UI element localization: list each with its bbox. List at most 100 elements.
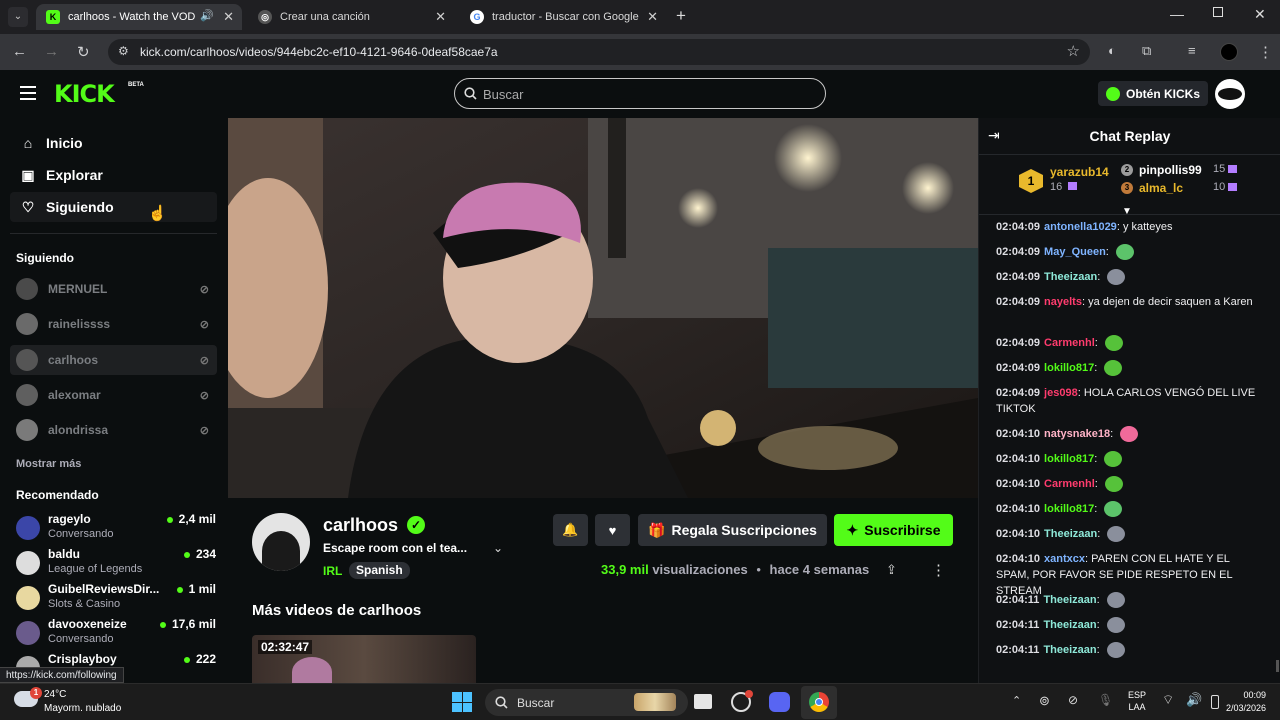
browser-menu-icon[interactable]: ⋮	[1258, 43, 1273, 61]
chat-username[interactable]: nayelts	[1044, 296, 1082, 308]
gift-subscriptions-button[interactable]: 🎁 Regala Suscripciones	[638, 514, 827, 546]
chat-emote-icon[interactable]	[1104, 335, 1123, 352]
chat-username[interactable]: Theeizaan	[1043, 619, 1096, 631]
windows-start-icon[interactable]	[452, 692, 472, 712]
wifi-icon[interactable]: ⌔	[1162, 692, 1174, 708]
audio-icon[interactable]: 🔊	[200, 9, 214, 22]
category-link[interactable]: IRL	[323, 564, 342, 578]
close-tab-icon[interactable]: ✕	[647, 9, 658, 25]
chat-emote-icon[interactable]	[1120, 426, 1139, 443]
show-hidden-icons-icon[interactable]: ⌃	[1012, 694, 1021, 707]
following-item[interactable]: alexomar ⊘	[10, 380, 217, 410]
extensions-icon[interactable]: ⧉	[1142, 43, 1151, 59]
close-window-icon[interactable]: ✕	[1254, 6, 1266, 23]
chat-username[interactable]: antonella1029	[1044, 221, 1117, 233]
close-tab-icon[interactable]: ✕	[435, 9, 446, 25]
follow-heart-button[interactable]: ♥	[595, 514, 630, 546]
restore-icon[interactable]	[1213, 7, 1223, 17]
chat-emote-icon[interactable]	[1106, 617, 1125, 634]
sidebar-item-explorar[interactable]: ▣ Explorar	[10, 160, 217, 190]
chat-emote-icon[interactable]	[1106, 642, 1125, 659]
chat-username[interactable]: jes098	[1044, 387, 1078, 399]
search-input[interactable]: Buscar	[454, 78, 826, 109]
chat-username[interactable]: lokillo817	[1044, 362, 1094, 374]
show-more-link[interactable]: Mostrar más	[16, 458, 81, 470]
tab-crear-cancion[interactable]: ◎ Crear una canción ✕	[248, 4, 454, 30]
new-tab-icon[interactable]: +	[676, 6, 686, 26]
recommended-item[interactable]: baldu League of Legends 234	[16, 547, 216, 581]
microphone-icon[interactable]: 🎙	[1098, 693, 1113, 707]
video-player[interactable]	[228, 118, 978, 498]
minimize-icon[interactable]: —	[1170, 6, 1184, 22]
tab-traductor[interactable]: G traductor - Buscar con Google ✕	[460, 4, 666, 30]
back-icon[interactable]: ←	[12, 43, 27, 60]
chat-username[interactable]: Theeizaan	[1043, 594, 1096, 606]
gift-leader-1[interactable]: 1 yarazub14 16	[1019, 165, 1109, 195]
tab-kick[interactable]: K carlhoos - Watch the VOD d 🔊 ✕	[36, 4, 242, 30]
sidebar-item-siguiendo[interactable]: ♡ Siguiendo	[10, 192, 217, 222]
kick-logo[interactable]: KICK	[54, 80, 115, 108]
user-avatar[interactable]	[1215, 79, 1245, 109]
tab-list-button[interactable]: ⌄	[8, 7, 28, 27]
following-item[interactable]: alondrissa ⊘	[10, 415, 217, 445]
url-field[interactable]: ⚙ kick.com/carlhoos/videos/944ebc2c-ef10…	[108, 39, 1090, 65]
chat-username[interactable]: Carmenhl	[1044, 478, 1095, 490]
reload-icon[interactable]: ↻	[77, 43, 90, 61]
language-tag[interactable]: Spanish	[349, 562, 410, 579]
chat-username[interactable]: Carmenhl	[1044, 337, 1095, 349]
chat-emote-icon[interactable]	[1104, 451, 1123, 468]
chat-username[interactable]: xantxcx	[1044, 553, 1085, 565]
chat-scrollbar[interactable]	[1276, 660, 1279, 672]
close-tab-icon[interactable]: ✕	[223, 9, 234, 25]
chat-emote-icon[interactable]	[1107, 526, 1126, 543]
language-indicator[interactable]: ESP LAA	[1128, 689, 1146, 713]
recommended-item[interactable]: GuibelReviewsDir... Slots & Casino 1 mil	[16, 582, 216, 616]
recommended-item[interactable]: davooxeneize Conversando 17,6 mil	[16, 617, 216, 651]
profile-avatar[interactable]	[1220, 43, 1238, 61]
chevron-down-icon[interactable]: ⌄	[493, 541, 503, 555]
file-explorer-icon[interactable]	[694, 694, 712, 709]
chat-username[interactable]: Theeizaan	[1043, 644, 1096, 656]
channel-avatar[interactable]	[252, 513, 310, 571]
more-options-icon[interactable]: ⋮	[931, 561, 946, 579]
gift-leader-3[interactable]: 3 alma_lc 10	[1121, 181, 1251, 197]
video-thumbnail[interactable]: 02:32:47	[252, 635, 476, 683]
chat-username[interactable]: lokillo817	[1044, 503, 1094, 515]
chat-username[interactable]: lokillo817	[1044, 453, 1094, 465]
chat-username[interactable]: May_Queen	[1044, 246, 1106, 258]
clock[interactable]: 00:09 2/03/2026	[1212, 689, 1266, 715]
bookmark-star-icon[interactable]: ☆	[1067, 42, 1080, 60]
following-item[interactable]: carlhoos ⊘	[10, 345, 217, 375]
sync-icon[interactable]: ⊚	[1039, 693, 1050, 709]
following-item[interactable]: rainelissss ⊘	[10, 309, 217, 339]
network-icon[interactable]: ⊘	[1068, 693, 1078, 707]
sidebar-item-inicio[interactable]: ⌂ Inicio	[10, 128, 217, 158]
subscribe-button[interactable]: ✦ Suscribirse	[834, 514, 953, 546]
chat-emote-icon[interactable]	[1104, 360, 1123, 377]
chat-emote-icon[interactable]	[1107, 269, 1126, 286]
chat-username[interactable]: natysnake18	[1044, 428, 1110, 440]
expand-leaderboard-icon[interactable]: ▼	[1122, 206, 1132, 217]
channel-name[interactable]: carlhoos	[323, 515, 398, 536]
incognito-icon[interactable]: ◐	[1108, 43, 1116, 58]
chat-username[interactable]: Theeizaan	[1044, 271, 1097, 283]
share-icon[interactable]: ⇪	[886, 562, 897, 578]
chat-username[interactable]: Theeizaan	[1044, 528, 1097, 540]
chat-emote-icon[interactable]	[1106, 592, 1125, 609]
discord-icon[interactable]	[769, 692, 790, 712]
site-info-icon[interactable]: ⚙	[118, 44, 129, 58]
weather-widget[interactable]: 1 24°C Mayorm. nublado	[14, 687, 144, 717]
gift-leader-2[interactable]: 2 pinpollis99 15	[1121, 163, 1251, 179]
taskbar-search-input[interactable]: Buscar	[485, 689, 688, 716]
chat-emote-icon[interactable]	[1115, 244, 1134, 261]
chat-emote-icon[interactable]	[1104, 501, 1123, 518]
chat-emote-icon[interactable]	[1104, 476, 1123, 493]
recommended-item[interactable]: rageylo Conversando 2,4 mil	[16, 512, 216, 546]
hamburger-menu-icon[interactable]	[20, 86, 36, 100]
forward-icon[interactable]: →	[44, 43, 59, 60]
chrome-icon[interactable]	[801, 686, 837, 719]
volume-icon[interactable]: 🔊	[1186, 692, 1202, 708]
notification-bell-button[interactable]: 🔔	[553, 514, 588, 546]
media-control-icon[interactable]: ≡	[1188, 43, 1196, 58]
following-item[interactable]: MERNUEL ⊘	[10, 274, 217, 304]
